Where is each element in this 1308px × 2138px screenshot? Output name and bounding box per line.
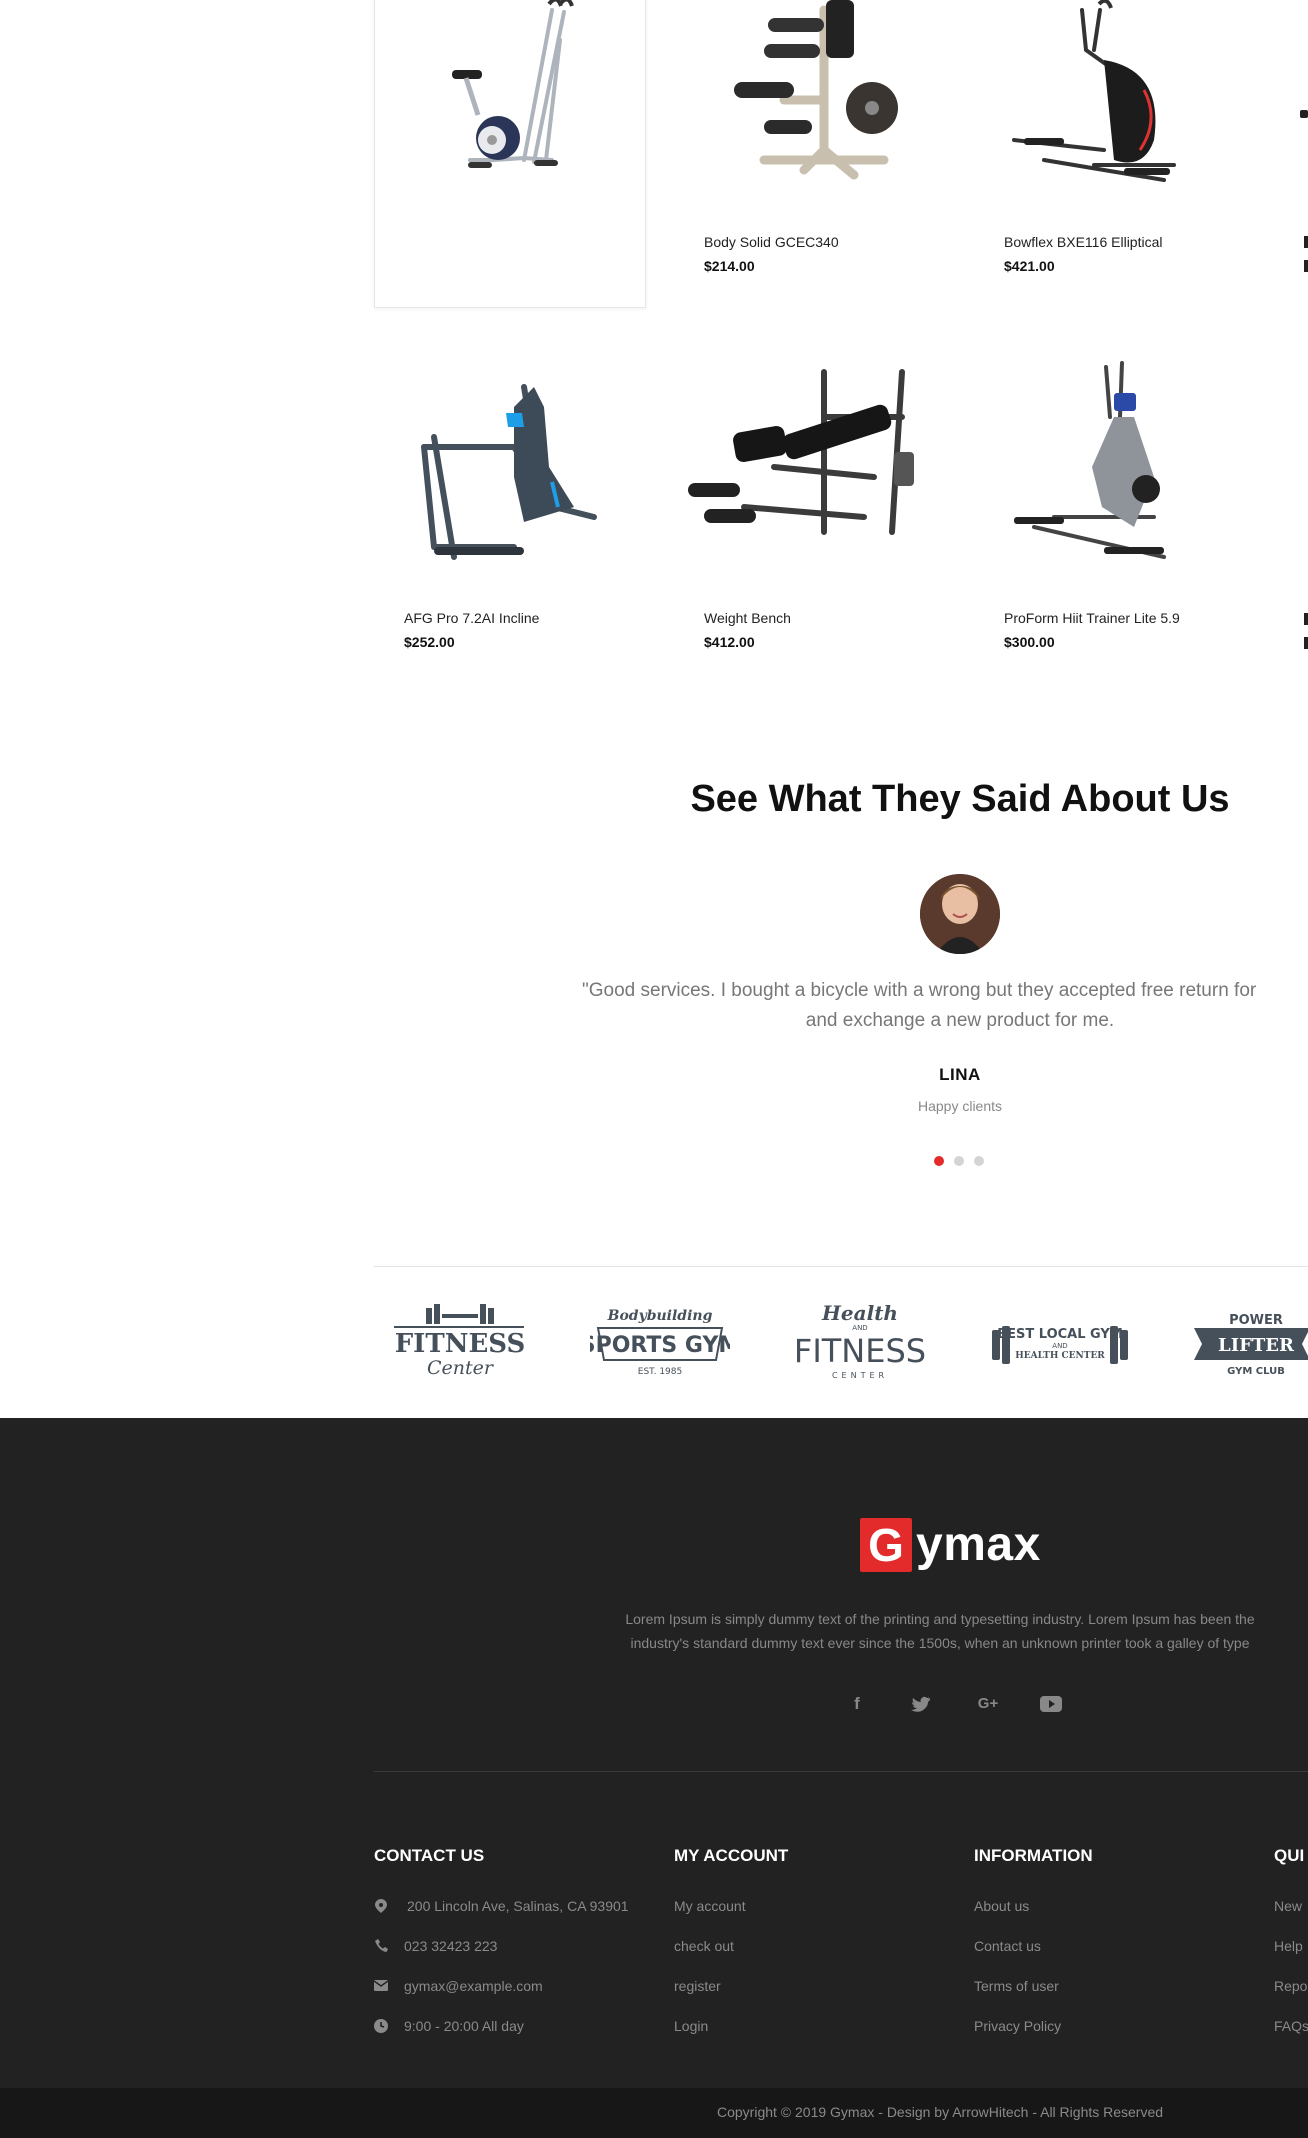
footer-column-title: INFORMATION [974,1846,1093,1865]
product-image[interactable] [974,357,1246,577]
contact-address-text: 200 Lincoln Ave, Salinas, CA 93901 [407,1898,629,1914]
brand-logo-health-fitness: Health AND FITNESS CENTER [794,1301,926,1380]
product-image[interactable] [674,357,946,577]
footer-column-quick: QUI New Help Repo FAQs [1274,1846,1308,2046]
brand-logo-sports-gym: Bodybuilding SPORTS GYM EST. 1985 [590,1308,730,1377]
brand-sub: CENTER [832,1371,888,1380]
product-image[interactable] [374,357,646,577]
contact-email-text[interactable]: gymax@example.com [404,1978,543,1994]
product-name[interactable]: ProForm Hiit Trainer Lite 5.9 [1004,610,1180,626]
product-price: $214.00 [704,258,755,274]
product-image-partial [1300,110,1308,118]
testimonial-author: LINA [939,1065,981,1084]
footer-link[interactable]: FAQs [1274,2018,1308,2046]
map-marker-icon [374,1899,388,1913]
brand-mid: AND [1052,1342,1067,1350]
footer-link[interactable]: My account [674,1898,746,1938]
carousel-dot[interactable] [974,1156,984,1166]
product-image[interactable] [674,0,946,210]
product-image[interactable] [374,0,646,210]
product-image[interactable] [974,0,1246,210]
brands-divider [374,1266,1308,1267]
footer-column-contact: CONTACT US 200 Lincoln Ave, Salinas, CA … [373,1846,629,2034]
product-name-partial [1304,236,1308,248]
carousel-dot-active[interactable] [934,1156,944,1166]
testimonial-quote-line1: "Good services. I bought a bicycle with … [582,980,1257,1001]
brand-logo-best-local-gym: BEST LOCAL GYM AND HEALTH CENTER [992,1326,1128,1364]
product-price: $300.00 [1004,634,1055,650]
social-links: f G+ [845,1692,1085,1716]
google-plus-icon[interactable]: G+ [973,1692,1003,1716]
brand-main: FITNESS [794,1332,926,1370]
copyright-text: Copyright © 2019 Gymax - Design by Arrow… [717,2104,1164,2120]
product-price: $421.00 [1004,258,1055,274]
footer-about: Lorem Ipsum is simply dummy text of the … [560,1607,1308,1655]
product-price-partial [1304,637,1308,649]
testimonial-quote-line2: and exchange a new product for me. [805,1010,1115,1031]
footer-link[interactable]: Contact us [974,1938,1061,1978]
footer-link[interactable]: About us [974,1898,1061,1938]
facebook-icon[interactable]: f [845,1692,869,1716]
product-name-partial [1304,613,1308,625]
brand-sub: GYM CLUB [1227,1366,1285,1377]
footer-link[interactable]: Help [1274,1938,1308,1978]
envelope-icon [373,1979,389,1993]
brand-mid: AND [852,1324,867,1332]
brand-main: SPORTS GYM [590,1333,730,1358]
footer-column-account: MY ACCOUNT My account check out register… [674,1846,789,2034]
logo-wordmark: ymax [916,1518,1041,1571]
product-price-partial [1304,260,1308,272]
logo-letter: G [868,1519,904,1571]
footer-link[interactable]: Terms of user [974,1978,1061,2018]
footer-column-title: QUI [1274,1846,1305,1865]
testimonial-avatar [920,874,1000,954]
product-name[interactable]: Bowflex BXE116 Elliptical [1004,234,1162,250]
page: Body Solid GCEC340 $214.00 Bowflex BXE11… [0,0,1308,2138]
brand-top: Bodybuilding [607,1308,713,1324]
footer-link[interactable]: Repo [1274,1978,1308,2018]
brand-top: POWER [1229,1313,1283,1328]
brand-top: BEST LOCAL GYM [997,1327,1123,1342]
carousel-dot[interactable] [954,1156,964,1166]
clock-icon [374,2019,388,2033]
brand-top: Health [821,1301,898,1325]
footer [0,1418,1308,2088]
brand-main: HEALTH CENTER [1015,1351,1105,1361]
footer-link[interactable]: New [1274,1898,1308,1938]
twitter-icon[interactable] [909,1692,933,1716]
phone-icon [374,1939,388,1953]
brand-logo-fitness-center: FITNESS Center [394,1304,526,1379]
footer-divider [374,1771,1308,1772]
footer-column-title: CONTACT US [374,1846,485,1865]
footer-link[interactable]: register [674,1978,746,2018]
product-price: $412.00 [704,634,755,650]
testimonials-title: See What They Said About Us [690,778,1230,820]
youtube-icon[interactable] [1039,1692,1063,1716]
brand-main: LIFTER [1218,1335,1295,1356]
product-name[interactable]: Body Solid GCEC340 [704,234,839,250]
brand-main: FITNESS [395,1329,526,1359]
footer-link[interactable]: Login [674,2018,746,2058]
testimonial-role: Happy clients [917,1098,1003,1114]
contact-phone-text[interactable]: 023 32423 223 [404,1938,497,1954]
product-price: $252.00 [404,634,455,650]
carousel-dots [934,1156,994,1168]
contact-hours-text: 9:00 - 20:00 All day [404,2018,524,2034]
footer-column-information: INFORMATION About us Contact us Terms of… [974,1846,1093,2034]
brand-sub: Center [427,1357,495,1379]
product-name[interactable]: Weight Bench [704,610,791,626]
brand-logo-power-lifter: POWER LIFTER GYM CLUB [1194,1313,1308,1377]
footer-column-title: MY ACCOUNT [674,1846,789,1865]
footer-link[interactable]: Privacy Policy [974,2018,1061,2058]
brand-sub: EST. 1985 [638,1367,682,1377]
footer-about-line2: industry's standard dummy text ever sinc… [630,1635,1250,1651]
product-name[interactable]: AFG Pro 7.2AI Incline [404,610,539,626]
footer-about-line1: Lorem Ipsum is simply dummy text of the … [625,1611,1255,1627]
footer-link[interactable]: check out [674,1938,746,1978]
